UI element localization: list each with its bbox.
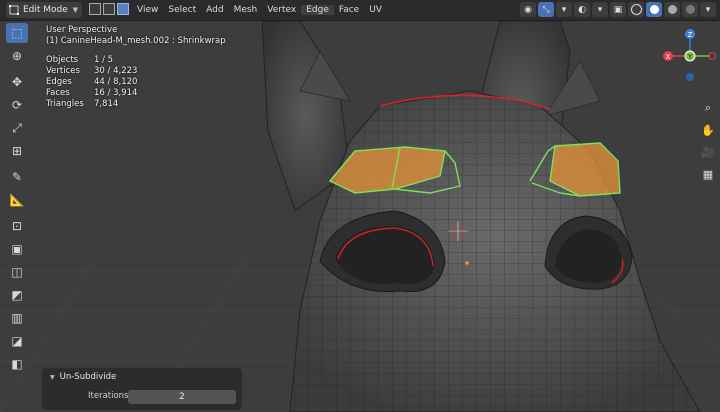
overlay-icon[interactable]: ◐ xyxy=(574,2,590,17)
shading-rendered-icon[interactable] xyxy=(682,2,698,17)
menu-edge[interactable]: Edge xyxy=(301,5,334,15)
zoom-icon[interactable]: ⌕ xyxy=(700,100,716,116)
stat-row: Triangles 7,814 xyxy=(46,99,119,109)
xray-toggle-icon[interactable]: ▣ xyxy=(610,2,626,17)
operator-title: Un-Subdivide xyxy=(59,372,117,382)
mode-label: Edit Mode xyxy=(23,5,68,15)
pan-icon[interactable]: ✋ xyxy=(700,122,716,138)
navigation-gizmo[interactable]: Z Y X xyxy=(656,26,716,86)
vertex-select-icon[interactable] xyxy=(89,3,101,15)
rotate-icon[interactable]: ⟳ xyxy=(6,95,28,115)
stat-row: Edges 44 / 8,120 xyxy=(46,77,138,87)
grid-view-icon[interactable]: ▦ xyxy=(700,166,716,182)
viewport-nav-column: ⌕ ✋ 🎥 ▦ xyxy=(700,100,720,188)
svg-text:Z: Z xyxy=(688,31,693,39)
menu-select[interactable]: Select xyxy=(163,5,201,15)
edit-mode-icon xyxy=(9,5,19,15)
header-menu: View Select Add Mesh Vertex Edge Face UV xyxy=(132,0,387,20)
chevron-down-icon: ▼ xyxy=(72,6,78,14)
stats-block: Objects 1 / 5 Vertices 30 / 4,223 Edges 44 … xyxy=(46,55,226,110)
scale-icon[interactable]: ⤢ xyxy=(6,118,28,138)
operator-panel-header[interactable]: ▼ Un-Subdivide xyxy=(50,372,116,382)
cursor-icon[interactable]: ⊕ xyxy=(6,46,28,66)
menu-face[interactable]: Face xyxy=(334,5,364,15)
menu-add[interactable]: Add xyxy=(201,5,228,15)
header-bar: Edit Mode ▼ View Select Add Mesh Vertex … xyxy=(0,0,720,21)
knife-icon[interactable]: ◪ xyxy=(6,331,28,351)
shading-material-icon[interactable] xyxy=(664,2,680,17)
annotate-icon[interactable]: ✎ xyxy=(6,167,28,187)
poly-build-icon[interactable]: ◧ xyxy=(6,354,28,374)
visibility-icon[interactable]: ◉ xyxy=(520,2,536,17)
perspective-label: User Perspective xyxy=(46,25,118,35)
menu-vertex[interactable]: Vertex xyxy=(262,5,301,15)
menu-mesh[interactable]: Mesh xyxy=(229,5,263,15)
face-select-icon[interactable] xyxy=(117,3,129,15)
loop-cut-icon[interactable]: ▥ xyxy=(6,308,28,328)
shading-solid-icon[interactable] xyxy=(646,2,662,17)
shading-wireframe-icon[interactable] xyxy=(628,2,644,17)
active-object-label: (1) CanineHead-M_mesh.002 : Shrinkwrap xyxy=(46,36,226,46)
iterations-field[interactable]: 2 xyxy=(128,390,236,404)
measure-icon[interactable]: 📐 xyxy=(6,190,28,210)
stat-row: Faces 16 / 3,914 xyxy=(46,88,138,98)
overlay-dropdown-icon[interactable]: ▾ xyxy=(592,2,608,17)
svg-text:Y: Y xyxy=(687,53,693,61)
stat-row: Vertices 30 / 4,223 xyxy=(46,66,138,76)
tool-shelf: ⬚ ⊕ ✥ ⟳ ⤢ ⊞ ✎ 📐 ⊡ ▣ ◫ ◩ ▥ ◪ ◧ xyxy=(6,23,30,377)
gizmo-dropdown-icon[interactable]: ▾ xyxy=(556,2,572,17)
select-box-icon[interactable]: ⬚ xyxy=(6,23,28,43)
mode-dropdown[interactable]: Edit Mode ▼ xyxy=(6,2,82,18)
collapse-arrow-icon[interactable]: ▼ xyxy=(50,374,55,381)
viewport-info-overlay: User Perspective (1) CanineHead-M_mesh.0… xyxy=(46,25,226,110)
stat-row: Objects 1 / 5 xyxy=(46,55,114,65)
menu-view[interactable]: View xyxy=(132,5,163,15)
header-right-tools: ◉ ⤡ ▾ ◐ ▾ ▣ ▾ xyxy=(518,2,716,17)
xray-gizmo-icon[interactable]: ⤡ xyxy=(538,2,554,17)
select-mode-group xyxy=(89,3,131,15)
inset-icon[interactable]: ◫ xyxy=(6,262,28,282)
edge-select-icon[interactable] xyxy=(103,3,115,15)
menu-uv[interactable]: UV xyxy=(364,5,387,15)
bevel-icon[interactable]: ◩ xyxy=(6,285,28,305)
transform-icon[interactable]: ⊞ xyxy=(6,141,28,161)
add-cube-icon[interactable]: ⊡ xyxy=(6,216,28,236)
extrude-icon[interactable]: ▣ xyxy=(6,239,28,259)
shading-dropdown-icon[interactable]: ▾ xyxy=(700,2,716,17)
camera-icon[interactable]: 🎥 xyxy=(700,144,716,160)
operator-panel[interactable]: ▼ Un-Subdivide Iterations 2 xyxy=(42,368,242,410)
move-icon[interactable]: ✥ xyxy=(6,72,28,92)
svg-text:X: X xyxy=(666,53,671,61)
iterations-label: Iterations xyxy=(88,391,129,401)
